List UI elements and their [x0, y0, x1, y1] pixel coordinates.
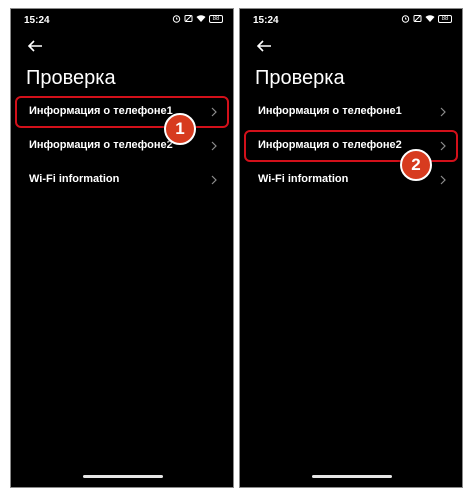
- status-time: 15:24: [24, 15, 50, 26]
- chevron-right-icon: [440, 175, 446, 185]
- home-indicator[interactable]: [83, 475, 163, 478]
- battery-icon: 88: [209, 14, 223, 23]
- menu-item-label: Wi-Fi information: [258, 173, 349, 185]
- menu-item-label: Информация о телефоне1: [29, 105, 173, 117]
- mute-icon: [413, 15, 422, 22]
- battery-icon: 88: [438, 14, 452, 23]
- chevron-right-icon: [440, 107, 446, 117]
- status-icons: 88: [401, 14, 452, 23]
- step-1-badge: 1: [164, 113, 196, 145]
- step-2-badge: 2: [400, 149, 432, 181]
- status-bar: 15:24 88: [11, 14, 233, 28]
- alarm-icon: [172, 15, 181, 23]
- chevron-right-icon: [211, 107, 217, 117]
- status-bar: 15:24 88: [240, 14, 462, 28]
- mute-icon: [184, 15, 193, 22]
- back-arrow-icon[interactable]: [26, 39, 44, 53]
- wifi-icon: [196, 15, 206, 22]
- back-arrow-icon[interactable]: [255, 39, 273, 53]
- battery-level: 88: [212, 15, 220, 22]
- home-indicator[interactable]: [312, 475, 392, 478]
- wifi-icon: [425, 15, 435, 22]
- menu-item-label: Информация о телефоне2: [29, 139, 173, 151]
- status-icons: 88: [172, 14, 223, 23]
- menu-item-label: Информация о телефоне1: [258, 105, 402, 117]
- chevron-right-icon: [440, 141, 446, 151]
- battery-level: 88: [441, 15, 449, 22]
- phone-screen-right: 15:24 88 Проверка Информация о телефоне1…: [239, 8, 463, 488]
- menu-item-label: Wi-Fi information: [29, 173, 120, 185]
- menu-item-phone-info-1[interactable]: Информация о телефоне1: [244, 96, 458, 128]
- menu-item-phone-info-2[interactable]: Информация о телефоне2: [15, 130, 229, 162]
- alarm-icon: [401, 15, 410, 23]
- page-title: Проверка: [26, 67, 116, 89]
- menu-item-wifi-information[interactable]: Wi-Fi information: [15, 164, 229, 196]
- menu-item-phone-info-1[interactable]: Информация о телефоне1: [15, 96, 229, 128]
- menu-item-label: Информация о телефоне2: [258, 139, 402, 151]
- phone-screen-left: 15:24 88 Проверка Информация о телефоне1…: [10, 8, 234, 488]
- page-title: Проверка: [255, 67, 345, 89]
- chevron-right-icon: [211, 175, 217, 185]
- status-time: 15:24: [253, 15, 279, 26]
- chevron-right-icon: [211, 141, 217, 151]
